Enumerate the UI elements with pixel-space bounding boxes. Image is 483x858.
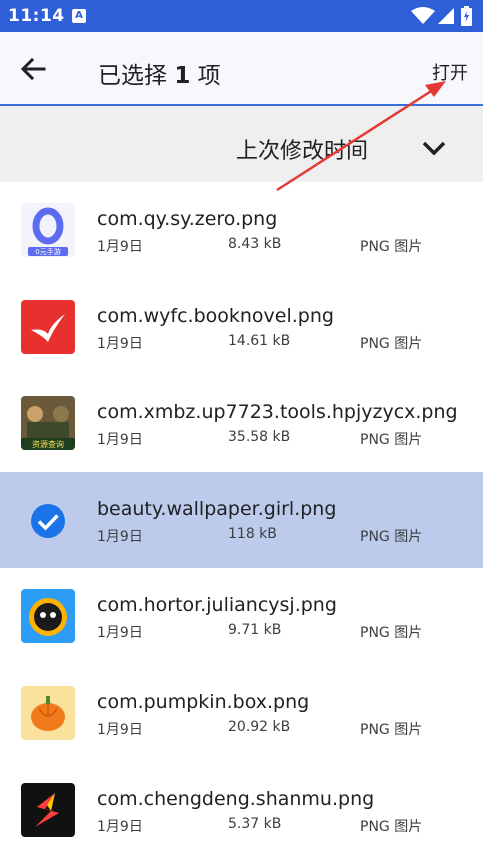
file-name: com.qy.sy.zero.png [97,208,278,230]
file-size: 118 kB [228,525,277,542]
file-size: 9.71 kB [228,622,282,639]
wifi-icon [411,7,435,24]
checkmark-icon [31,503,65,538]
file-name: beauty.wallpaper.girl.png [97,497,337,520]
status-time: 11:14 [8,6,65,26]
file-type: PNG 图片 [360,625,423,642]
file-size: 14.61 kB [228,332,291,349]
arrow-back-icon[interactable] [18,54,48,84]
file-row[interactable]: com.pumpkin.box.png 1月9日 20.92 kB PNG 图片 [0,664,483,762]
file-name: com.xmbz.up7723.tools.hpjyzycx.png [97,401,458,424]
signal-icon [438,8,454,24]
file-date: 1月9日 [97,818,143,835]
file-size: 8.43 kB [228,236,282,252]
notification-icon: A [72,9,86,23]
file-type: PNG 图片 [360,721,423,738]
file-row[interactable]: com.wyfc.booknovel.png 1月9日 14.61 kB PNG… [0,278,483,376]
file-date: 1月9日 [97,625,143,642]
file-type: PNG 图片 [360,528,423,545]
sort-label[interactable]: 上次修改时间 [236,133,368,165]
app-thumbnail-icon [21,782,75,837]
app-thumbnail-icon: 资源查询 [21,396,75,451]
file-type: PNG 图片 [360,239,423,255]
file-row[interactable]: com.hortor.juliancysj.png 1月9日 9.71 kB P… [0,568,483,665]
file-name: com.chengdeng.shanmu.png [97,787,375,810]
app-thumbnail-icon: 0元手游 [21,203,75,257]
file-date: 1月9日 [97,528,143,545]
thumbnail-caption: 资源查询 [32,439,64,449]
file-size: 35.58 kB [228,429,291,446]
file-row[interactable]: com.chengdeng.shanmu.png 1月9日 5.37 kB PN… [0,761,483,858]
file-name: com.pumpkin.box.png [97,690,310,713]
file-name: com.hortor.juliancysj.png [97,594,337,617]
file-date: 1月9日 [97,432,143,449]
chevron-down-icon[interactable] [420,136,448,160]
file-list: 0元手游 com.qy.sy.zero.png 1月9日 8.43 kB PNG… [0,182,483,858]
selection-count: 1 [174,63,191,89]
file-type: PNG 图片 [360,818,423,835]
selection-title-suffix: 项 [197,63,221,89]
file-name: com.wyfc.booknovel.png [97,304,334,327]
app-thumbnail-icon [21,685,75,740]
action-bar: 已选择 1 项 打开 [0,32,483,106]
file-date: 1月9日 [97,721,143,738]
file-size: 20.92 kB [228,718,291,735]
file-row[interactable]: 资源查询 com.xmbz.up7723.tools.hpjyzycx.png … [0,375,483,472]
open-button[interactable]: 打开 [432,59,468,85]
app-thumbnail-icon [21,299,75,354]
battery-icon [461,6,472,26]
file-size: 5.37 kB [228,815,282,832]
thumbnail-caption: 0元手游 [35,247,60,256]
file-row[interactable]: 0元手游 com.qy.sy.zero.png 1月9日 8.43 kB PNG… [0,182,483,279]
file-date: 1月9日 [97,239,143,255]
file-type: PNG 图片 [360,335,423,352]
selection-title-prefix: 已选择 [98,63,167,89]
selection-title: 已选择 1 项 [98,56,221,90]
file-date: 1月9日 [97,335,143,352]
status-bar: 11:14 A [0,0,483,32]
file-type: PNG 图片 [360,432,423,449]
sort-bar[interactable]: 上次修改时间 [0,106,483,189]
file-row-selected[interactable]: beauty.wallpaper.girl.png 1月9日 118 kB PN… [0,471,483,569]
app-thumbnail-icon [21,589,75,644]
